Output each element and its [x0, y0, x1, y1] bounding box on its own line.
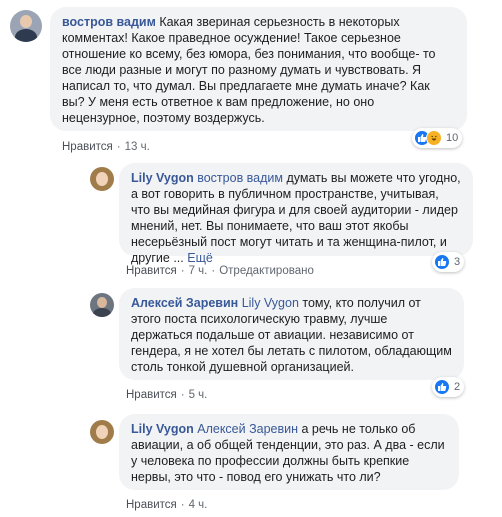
- reaction-count: 10: [446, 132, 459, 144]
- edited-label: Отредактировано: [219, 265, 314, 277]
- comment-author[interactable]: востров вадим: [62, 15, 156, 29]
- comment-bubble: Lily Vygon востров вадим думать вы может…: [119, 163, 473, 265]
- avatar[interactable]: [90, 167, 114, 191]
- comment-text: Какая звериная серьезность в некоторых к…: [62, 15, 436, 125]
- like-reaction-icon: [434, 254, 450, 270]
- comment-mention[interactable]: Lily Vygon: [242, 296, 299, 310]
- avatar[interactable]: [10, 10, 42, 42]
- reactions-summary[interactable]: 10: [412, 128, 463, 148]
- comment-bubble: Алексей Заревин Lily Vygon тому, кто пол…: [119, 288, 464, 380]
- comment-mention[interactable]: Алексей Заревин: [197, 422, 298, 436]
- comment-time[interactable]: 7 ч.: [189, 265, 208, 277]
- comment-text: думать вы можете что угодно, а вот говор…: [131, 171, 461, 265]
- comment-actions: Нравится · 13 ч.: [62, 141, 150, 153]
- like-button[interactable]: Нравится: [126, 389, 177, 401]
- comment-time[interactable]: 5 ч.: [189, 389, 208, 401]
- comment-time[interactable]: 4 ч.: [189, 499, 208, 511]
- haha-reaction-icon: [426, 130, 442, 146]
- comment-time[interactable]: 13 ч.: [125, 141, 150, 153]
- comment-author[interactable]: Алексей Заревин: [131, 296, 238, 310]
- comment-author[interactable]: Lily Vygon: [131, 422, 194, 436]
- comment-actions: Нравится · 4 ч.: [126, 499, 208, 511]
- like-button[interactable]: Нравится: [126, 265, 177, 277]
- comment-actions: Нравится · 7 ч. · Отредактировано: [126, 265, 314, 277]
- reaction-count: 2: [454, 381, 461, 393]
- reaction-count: 3: [454, 256, 461, 268]
- comment-author[interactable]: Lily Vygon: [131, 171, 194, 185]
- like-button[interactable]: Нравится: [126, 499, 177, 511]
- like-reaction-icon: [434, 379, 450, 395]
- reactions-summary[interactable]: 2: [432, 377, 465, 397]
- avatar[interactable]: [90, 293, 114, 317]
- comment-actions: Нравится · 5 ч.: [126, 389, 208, 401]
- like-button[interactable]: Нравится: [62, 141, 113, 153]
- comment-mention[interactable]: востров вадим: [197, 171, 283, 185]
- comment-bubble: востров вадим Какая звериная серьезность…: [50, 7, 467, 131]
- comment-bubble: Lily Vygon Алексей Заревин а речь не тол…: [119, 414, 459, 490]
- avatar[interactable]: [90, 420, 114, 444]
- reactions-summary[interactable]: 3: [432, 252, 465, 272]
